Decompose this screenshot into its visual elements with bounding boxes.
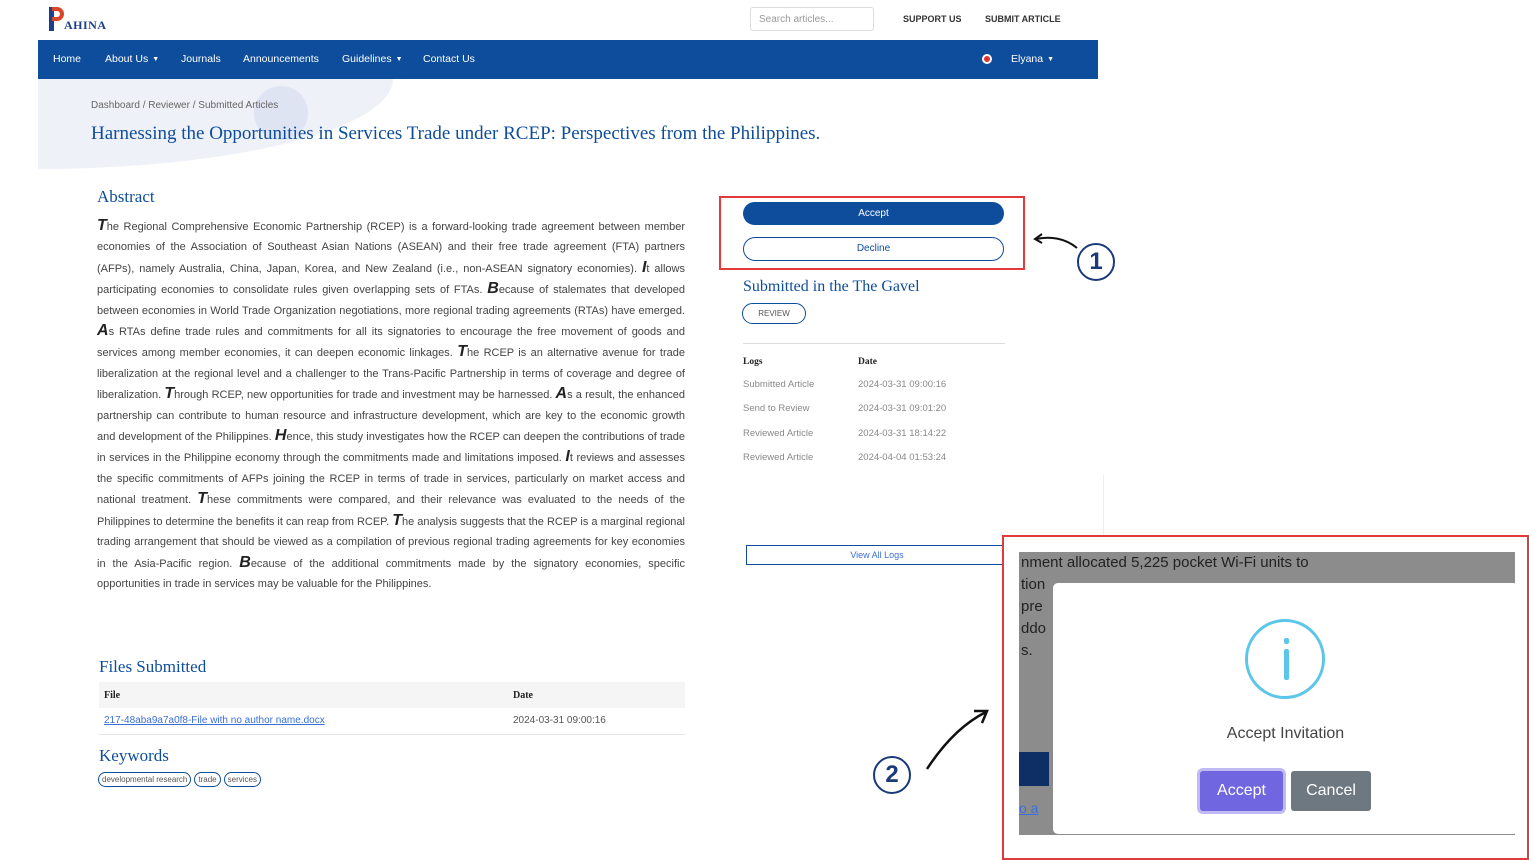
file-download-link[interactable]: 217-48aba9a7a0f8-File with no author nam… [104,715,325,726]
caret-down-icon: ▼ [395,56,403,63]
nav-guidelines[interactable]: Guidelines ▼ [342,53,403,65]
decline-button[interactable]: Decline [743,237,1004,261]
confirm-accept-button[interactable]: Accept [1200,771,1283,811]
logo-text: AHINA [64,18,107,32]
nav-guidelines-label: Guidelines [342,53,392,65]
table-row: Submitted Article 2024-03-31 09:00:16 [743,372,946,397]
log-event: Submitted Article [743,378,815,390]
confirm-dialog: Accept Invitation Accept Cancel [1053,583,1515,834]
abstract-heading: Abstract [97,187,155,206]
background-button [1019,752,1049,786]
log-date: 2024-03-31 09:01:20 [858,403,947,415]
accept-button[interactable]: Accept [743,202,1004,225]
caret-down-icon: ▼ [1047,56,1055,63]
abstract-sentence: The Regional Comprehensive Economic Part… [97,217,685,275]
nav-about[interactable]: About Us ▼ [105,53,159,65]
abstract-text: The Regional Comprehensive Economic Part… [97,216,685,594]
status-badge: REVIEW [742,303,806,324]
log-event: Reviewed Article [743,427,814,439]
support-us-link[interactable]: SUPPORT US [903,14,962,24]
background-link: o a [1019,800,1039,816]
annotation-arrow-icon [925,709,989,770]
search-input[interactable]: Search articles... [750,7,874,31]
site-logo[interactable]: AHINA [49,7,107,32]
files-heading: Files Submitted [99,657,207,676]
keywords-heading: Keywords [99,746,169,765]
files-col-date: Date [508,682,685,708]
table-row: Reviewed Article 2024-03-31 18:14:22 [743,421,946,446]
nav-about-label: About Us [105,53,149,65]
page-title: Harnessing the Opportunities in Services… [91,123,821,144]
main-navbar: Home About Us ▼ Journals Announcements Gu… [38,40,1098,79]
user-avatar-icon[interactable] [982,54,992,64]
user-menu[interactable]: Elyana ▼ [1011,53,1054,65]
cancel-button[interactable]: Cancel [1291,771,1371,811]
nav-contact[interactable]: Contact Us [423,53,475,65]
modal-screenshot-inset: nment allocated 5,225 pocket Wi-Fi units… [1002,535,1529,860]
files-table: File Date 217-48aba9a7a0f8-File with no … [99,682,685,735]
background-text: s. [1021,642,1033,659]
background-text: nment allocated 5,225 pocket Wi-Fi units… [1021,554,1309,571]
log-event: Reviewed Article [743,452,814,464]
file-date: 2024-03-31 09:00:16 [508,708,685,735]
caret-down-icon: ▼ [152,56,160,63]
logs-col-event: Logs [743,357,763,367]
keyword-tag[interactable]: developmental research [98,772,192,787]
nav-journals[interactable]: Journals [181,53,221,65]
info-icon [1245,619,1325,699]
modal-backdrop: nment allocated 5,225 pocket Wi-Fi units… [1019,552,1515,835]
annotation-arrow-icon [1033,233,1078,249]
table-row: 217-48aba9a7a0f8-File with no author nam… [99,708,685,735]
background-text: pre [1021,598,1043,615]
breadcrumb: Dashboard / Reviewer / Submitted Article… [91,100,279,111]
abstract-sentence: Through RCEP, new opportunities for trad… [164,385,556,403]
logs-table: Logs Date Submitted Article 2024-03-31 09… [743,352,946,470]
log-event: Send to Review [743,403,810,415]
view-all-logs-button[interactable]: View All Logs [746,545,1008,565]
nav-home[interactable]: Home [53,53,81,65]
logo-mark-icon [49,7,64,31]
submit-article-link[interactable]: SUBMIT ARTICLE [985,14,1061,24]
background-text: tion [1021,576,1046,593]
table-row: Send to Review 2024-03-31 09:01:20 [743,397,946,422]
log-date: 2024-03-31 18:14:22 [858,427,947,439]
keyword-tag[interactable]: services [223,772,261,787]
log-date: 2024-03-31 09:00:16 [858,378,947,390]
divider [743,343,1005,344]
dialog-title: Accept Invitation [1226,725,1345,742]
background-text: ddo [1021,620,1047,637]
user-name: Elyana [1011,53,1044,65]
files-col-file: File [99,682,508,708]
logs-col-date: Date [858,357,877,367]
submitted-journal: Submitted in the The Gavel [743,278,920,295]
nav-announcements[interactable]: Announcements [243,53,319,65]
annotation-step-1: 1 [1077,243,1115,281]
keyword-tag[interactable]: trade [194,772,221,787]
keywords-list: developmental research trade services [98,772,261,787]
log-date: 2024-04-04 01:53:24 [858,452,947,464]
annotation-step-2: 2 [873,756,911,794]
table-row: Reviewed Article 2024-04-04 01:53:24 [743,446,946,471]
